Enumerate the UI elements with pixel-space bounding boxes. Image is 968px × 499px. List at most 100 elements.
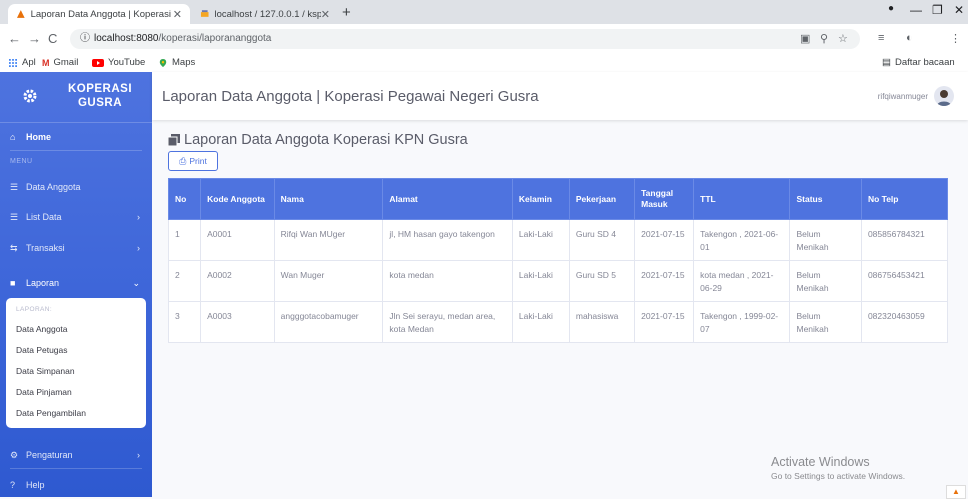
cell-nama: Rifqi Wan MUger xyxy=(273,219,384,261)
sidebar-item-label: List Data xyxy=(26,212,62,222)
menu-kebab-icon[interactable]: ⋮ xyxy=(950,32,961,45)
profile-icon[interactable]: ◐ xyxy=(906,32,913,44)
submenu-item-data-anggota[interactable]: Data Anggota xyxy=(16,324,68,334)
user-avatar-icon xyxy=(937,90,951,106)
activate-windows-watermark: Activate Windows Go to Settings to activ… xyxy=(771,455,905,481)
cell-kelamin: Laki-Laki xyxy=(511,219,570,261)
reading-list-button[interactable]: ▤ Daftar bacaan xyxy=(882,57,955,68)
sidebar-item-laporan[interactable]: ■ Laporan ⌄ xyxy=(0,274,152,292)
sidebar-item-label: Transaksi xyxy=(26,243,65,253)
laporan-submenu: LAPORAN: Data Anggota Data Petugas Data … xyxy=(6,298,146,428)
app-favicon-icon xyxy=(16,10,25,18)
table-row: 3 A0003 angggotacobamuger Jln Sei serayu… xyxy=(167,301,949,343)
cell-alamat: jl, HM hasan gayo takengon xyxy=(382,219,513,261)
column-header-tanggal-masuk: Tanggal Masuk xyxy=(634,178,695,220)
cell-kelamin: Laki-Laki xyxy=(511,301,570,343)
bookmark-apps[interactable]: Apl xyxy=(8,57,36,68)
cell-telp: 086756453421 xyxy=(860,260,949,302)
tab-close-icon[interactable]: ✕ xyxy=(173,8,182,21)
profile-dot-icon[interactable]: ● xyxy=(888,3,894,14)
sidebar-item-data-anggota[interactable]: ☰ Data Anggota xyxy=(0,178,152,196)
bookmark-label: Maps xyxy=(172,57,196,68)
print-button[interactable]: ⎙ Print xyxy=(168,151,218,171)
list-icon: ☰ xyxy=(10,181,19,192)
submenu-item-data-pengambilan[interactable]: Data Pengambilan xyxy=(16,408,86,418)
info-icon[interactable]: ⓘ xyxy=(80,33,90,44)
column-header-alamat: Alamat xyxy=(382,178,513,220)
maximize-icon[interactable]: ❐ xyxy=(932,3,943,17)
question-icon: ? xyxy=(10,480,16,490)
sidebar-item-transaksi[interactable]: ⇆ Transaksi › xyxy=(0,239,152,257)
translate-icon[interactable]: ▣ xyxy=(800,32,810,45)
cog-logo-icon xyxy=(23,89,37,103)
cell-telp: 085856784321 xyxy=(860,219,949,261)
window-close-icon[interactable]: ✕ xyxy=(954,3,964,17)
page-title: Laporan Data Anggota | Koperasi Pegawai … xyxy=(162,88,539,105)
column-header-status: Status xyxy=(789,178,862,220)
cell-status: Belum Menikah xyxy=(789,219,862,261)
sidebar-brand[interactable]: KOPERASI GUSRA xyxy=(0,72,152,123)
cell-no: 3 xyxy=(167,301,202,343)
sidebar-item-label: Data Anggota xyxy=(26,182,81,192)
sidebar-item-label: Help xyxy=(26,480,45,490)
sidebar-item-help[interactable]: ? Help xyxy=(0,476,152,494)
sidebar-item-home[interactable]: ⌂ Home xyxy=(0,128,152,146)
cell-alamat: Jln Sei serayu, medan area, kota Medan xyxy=(382,301,513,343)
cell-telp: 082320463059 xyxy=(860,301,949,343)
print-icon: ⎙ xyxy=(179,155,187,166)
column-header-no-telp: No Telp xyxy=(860,178,949,220)
submenu-heading: LAPORAN: xyxy=(16,306,53,313)
user-menu[interactable]: rifqiwanmuger xyxy=(878,86,954,106)
reading-list-icon[interactable]: ≡ xyxy=(878,32,884,44)
sidebar: KOPERASI GUSRA ⌂ Home MENU ☰ Data Anggot… xyxy=(0,72,152,497)
reading-list-label: Daftar bacaan xyxy=(894,57,955,68)
brand-title: KOPERASI GUSRA xyxy=(67,83,133,109)
bookmark-star-icon[interactable]: ☆ xyxy=(838,32,848,45)
bookmark-youtube[interactable]: YouTube xyxy=(92,57,145,68)
sidebar-item-pengaturan[interactable]: ⚙ Pengaturan › xyxy=(0,446,152,464)
url-host: localhost:8080 xyxy=(94,33,159,44)
sidebar-item-label: Pengaturan xyxy=(26,450,73,460)
browser-tab-active[interactable]: Laporan Data Anggota | Koperasi ✕ xyxy=(8,4,190,24)
browser-tab[interactable]: localhost / 127.0.0.1 / ksp / t_pen ✕ xyxy=(192,4,338,24)
chevron-right-icon: › xyxy=(137,450,140,460)
topbar: Laporan Data Anggota | Koperasi Pegawai … xyxy=(152,72,968,120)
bookmark-label: Apl xyxy=(22,57,36,68)
avatar xyxy=(934,86,954,106)
cell-ttl: Takengon , 2021-06-01 xyxy=(693,219,791,261)
cell-ttl: Takengon , 1999-02-07 xyxy=(693,301,791,343)
cell-no: 1 xyxy=(167,219,202,261)
cell-kelamin: Laki-Laki xyxy=(511,260,570,302)
cell-tanggal-masuk: 2021-07-15 xyxy=(634,301,695,343)
username: rifqiwanmuger xyxy=(877,91,928,101)
submenu-item-data-petugas[interactable]: Data Petugas xyxy=(16,345,68,355)
column-header-pekerjaan: Pekerjaan xyxy=(568,178,636,220)
table-row: 1 A0001 Rifqi Wan MUger jl, HM hasan gay… xyxy=(167,219,949,261)
back-icon[interactable]: ← xyxy=(8,31,21,46)
submenu-item-data-simpanan[interactable]: Data Simpanan xyxy=(16,366,75,376)
cell-ttl: kota medan , 2021-06-29 xyxy=(693,260,791,302)
address-bar-row: ← → C ⓘ localhost:8080/koperasi/laporanan… xyxy=(0,24,968,55)
minimize-icon[interactable]: — xyxy=(910,3,922,17)
exchange-icon: ⇆ xyxy=(10,242,18,253)
content-heading-text: Laporan Data Anggota Koperasi KPN Gusra xyxy=(184,132,468,148)
sidebar-heading-menu: MENU xyxy=(10,158,33,165)
bookmark-gmail[interactable]: M Gmail xyxy=(42,57,78,68)
tab-close-icon[interactable]: ✕ xyxy=(321,8,330,21)
reload-icon[interactable]: C xyxy=(48,31,57,46)
bookmark-maps[interactable]: Maps xyxy=(158,57,195,68)
cell-no: 2 xyxy=(167,260,202,302)
column-header-kode-anggota: Kode Anggota xyxy=(200,178,275,220)
cell-status: Belum Menikah xyxy=(789,260,862,302)
gmail-icon: M xyxy=(42,57,50,68)
cell-tanggal-masuk: 2021-07-15 xyxy=(634,260,695,302)
sidebar-item-list-data[interactable]: ☰ List Data › xyxy=(0,208,152,226)
cell-kode: A0001 xyxy=(200,219,275,261)
zoom-icon[interactable]: ⚲ xyxy=(820,32,828,45)
new-tab-icon[interactable]: + xyxy=(342,4,351,21)
cell-kode: A0002 xyxy=(200,260,275,302)
submenu-item-data-pinjaman[interactable]: Data Pinjaman xyxy=(16,387,72,397)
sidebar-item-label: Laporan xyxy=(26,278,60,288)
forward-icon[interactable]: → xyxy=(28,31,41,46)
url-field[interactable]: ⓘ localhost:8080/koperasi/laporananggota xyxy=(70,29,860,49)
